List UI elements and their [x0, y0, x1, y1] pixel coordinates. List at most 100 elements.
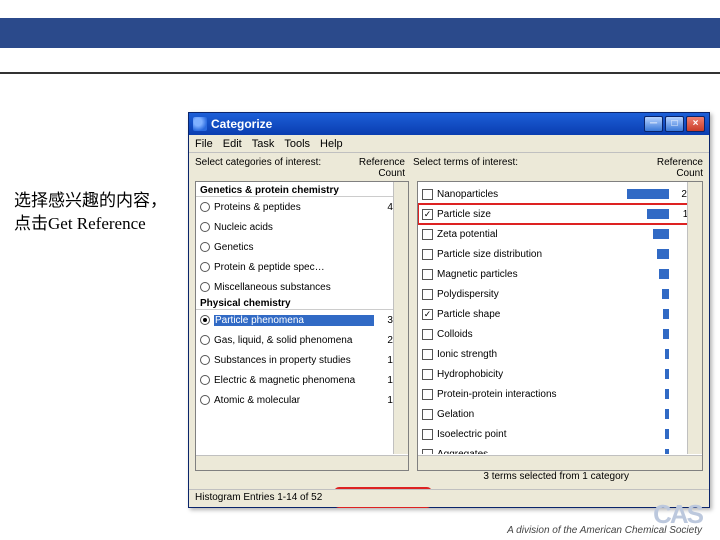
checkbox-icon[interactable] [422, 389, 433, 400]
histogram-bar [665, 409, 669, 419]
titlebar[interactable]: Categorize ─ □ × [189, 113, 709, 135]
terms-list[interactable]: Nanoparticles240Particle size111Zeta pot… [417, 181, 703, 471]
checkbox-icon[interactable] [422, 189, 433, 200]
category-row[interactable]: Atomic & molecular146 [196, 390, 408, 410]
term-row[interactable]: Colloids18 [418, 324, 702, 344]
radio-icon[interactable] [200, 375, 210, 385]
category-row[interactable]: Particle phenomena374 [196, 310, 408, 330]
category-row[interactable]: Genetics26 [196, 237, 408, 257]
maximize-button[interactable]: □ [665, 116, 684, 132]
histogram-bar [665, 369, 669, 379]
radio-icon[interactable] [200, 335, 210, 345]
checkbox-icon[interactable] [422, 249, 433, 260]
radio-icon[interactable] [200, 395, 210, 405]
categories-list[interactable]: Genetics & protein chemistryProteins & p… [195, 181, 409, 471]
checkbox-icon[interactable] [422, 269, 433, 280]
minimize-button[interactable]: ─ [644, 116, 663, 132]
terms-label: Select terms of interest: [413, 157, 518, 179]
menu-help[interactable]: Help [320, 138, 343, 150]
category-label: Nucleic acids [214, 222, 374, 233]
term-label: Particle size distribution [437, 249, 654, 260]
term-row[interactable]: Gelation6 [418, 404, 702, 424]
slide-caption: 选择感兴趣的内容，点击Get Reference [14, 190, 174, 236]
scrollbar-vertical[interactable] [393, 182, 408, 454]
histogram-bar [659, 269, 669, 279]
checkbox-icon[interactable] [422, 449, 433, 455]
category-label: Proteins & peptides [214, 202, 374, 213]
category-row[interactable]: Gas, liquid, & solid phenomena232 [196, 330, 408, 350]
term-label: Particle shape [437, 309, 660, 320]
radio-icon[interactable] [200, 202, 210, 212]
radio-icon[interactable] [200, 355, 210, 365]
slide-header-bar [0, 18, 720, 48]
term-row[interactable]: Nanoparticles240 [418, 184, 702, 204]
checkbox-icon[interactable] [422, 409, 433, 420]
histogram-bar [657, 249, 669, 259]
term-row[interactable]: Particle size111 [418, 204, 702, 224]
category-row[interactable]: Miscellaneous substances42 [196, 277, 408, 297]
close-button[interactable]: × [686, 116, 705, 132]
term-row[interactable]: Polydispersity23 [418, 284, 702, 304]
checkbox-icon[interactable] [422, 309, 433, 320]
radio-icon[interactable] [200, 242, 210, 252]
checkbox-icon[interactable] [422, 429, 433, 440]
histogram-bar [662, 289, 669, 299]
histogram-bar [665, 449, 669, 454]
term-row[interactable]: Magnetic particles42 [418, 264, 702, 284]
histogram-bar [647, 209, 669, 219]
term-row[interactable]: Particle size distribution56 [418, 244, 702, 264]
category-row[interactable]: Nucleic acids48 [196, 217, 408, 237]
scrollbar-horizontal[interactable] [418, 455, 702, 470]
checkbox-icon[interactable] [422, 229, 433, 240]
checkbox-icon[interactable] [422, 209, 433, 220]
histogram-bar [663, 309, 669, 319]
category-label: Substances in property studies [214, 355, 374, 366]
status-text: Histogram Entries 1-14 of 52 [195, 492, 322, 503]
scrollbar-horizontal[interactable] [196, 455, 408, 470]
category-label: Miscellaneous substances [214, 282, 374, 293]
scrollbar-vertical[interactable] [687, 182, 702, 454]
term-row[interactable]: Aggregates5 [418, 444, 702, 454]
category-label: Particle phenomena [214, 315, 374, 326]
term-label: Zeta potential [437, 229, 650, 240]
category-row[interactable]: Proteins & peptides438 [196, 197, 408, 217]
radio-icon[interactable] [200, 282, 210, 292]
checkbox-icon[interactable] [422, 329, 433, 340]
menu-edit[interactable]: Edit [223, 138, 242, 150]
term-label: Gelation [437, 409, 662, 420]
category-group-header: Physical chemistry [196, 297, 408, 310]
term-row[interactable]: Hydrophobicity7 [418, 364, 702, 384]
term-label: Colloids [437, 329, 660, 340]
category-row[interactable]: Substances in property studies196 [196, 350, 408, 370]
histogram-bar [665, 429, 669, 439]
term-row[interactable]: Zeta potential78 [418, 224, 702, 244]
term-label: Isoelectric point [437, 429, 662, 440]
checkbox-icon[interactable] [422, 369, 433, 380]
terms-count-label: Reference Count [643, 157, 703, 179]
category-row[interactable]: Electric & magnetic phenomena147 [196, 370, 408, 390]
pane-headers: Select categories of interest: Reference… [189, 153, 709, 181]
term-label: Particle size [437, 209, 644, 220]
radio-icon[interactable] [200, 262, 210, 272]
histogram-bar [665, 349, 669, 359]
term-label: Protein-protein interactions [437, 389, 662, 400]
term-label: Magnetic particles [437, 269, 656, 280]
menu-tools[interactable]: Tools [284, 138, 310, 150]
category-row[interactable]: Protein & peptide spec…13 [196, 257, 408, 277]
selection-summary: 3 terms selected from 1 category [483, 471, 629, 482]
checkbox-icon[interactable] [422, 289, 433, 300]
menu-task[interactable]: Task [252, 138, 275, 150]
term-row[interactable]: Protein-protein interactions6 [418, 384, 702, 404]
footer: CAS A division of the American Chemical … [507, 525, 702, 536]
term-label: Polydispersity [437, 289, 659, 300]
menu-file[interactable]: File [195, 138, 213, 150]
radio-icon[interactable] [200, 222, 210, 232]
term-row[interactable]: Isoelectric point5 [418, 424, 702, 444]
term-row[interactable]: Particle shape21 [418, 304, 702, 324]
category-label: Atomic & molecular [214, 395, 374, 406]
histogram-bar [665, 389, 669, 399]
categories-label: Select categories of interest: [195, 157, 321, 179]
radio-icon[interactable] [200, 315, 210, 325]
term-row[interactable]: Ionic strength10 [418, 344, 702, 364]
checkbox-icon[interactable] [422, 349, 433, 360]
